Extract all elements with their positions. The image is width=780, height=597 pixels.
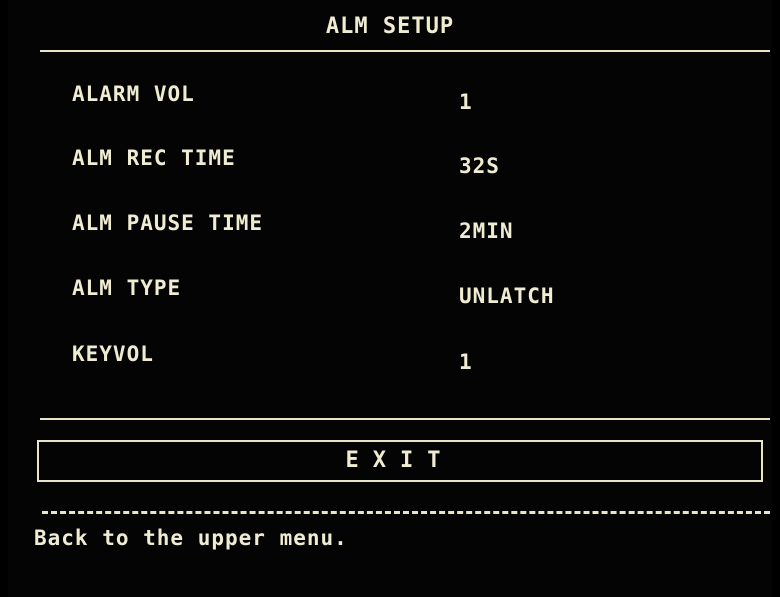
alarm-setup-menu: ALM SETUP ALARM VOL 1 ALM REC TIME 32S A… xyxy=(8,0,772,597)
menu-item-value[interactable]: UNLATCH xyxy=(459,284,555,308)
menu-title: ALM SETUP xyxy=(325,14,455,39)
menu-item-label: ALARM VOL xyxy=(72,82,195,106)
menu-item-value[interactable]: 1 xyxy=(459,90,473,114)
menu-item-alm-pause-time[interactable]: ALM PAUSE TIME 2MIN xyxy=(8,211,772,251)
menu-item-keyvol[interactable]: KEYVOL 1 xyxy=(8,342,772,382)
menu-item-label: KEYVOL xyxy=(72,342,154,366)
menu-item-alm-type[interactable]: ALM TYPE UNLATCH xyxy=(8,276,772,316)
menu-item-alarm-vol[interactable]: ALARM VOL 1 xyxy=(8,82,772,122)
help-text: Back to the upper menu. xyxy=(34,526,348,550)
menu-item-value[interactable]: 32S xyxy=(459,154,500,178)
menu-item-label: ALM PAUSE TIME xyxy=(72,211,264,235)
menu-item-value[interactable]: 1 xyxy=(459,350,473,374)
menu-item-label: ALM REC TIME xyxy=(72,146,236,170)
title-divider xyxy=(40,50,770,52)
menu-item-label: ALM TYPE xyxy=(72,276,182,300)
menu-divider xyxy=(40,418,770,420)
menu-item-alm-rec-time[interactable]: ALM REC TIME 32S xyxy=(8,146,772,186)
help-divider xyxy=(42,511,770,514)
exit-button[interactable]: EXIT xyxy=(37,440,763,482)
menu-item-value[interactable]: 2MIN xyxy=(459,219,514,243)
